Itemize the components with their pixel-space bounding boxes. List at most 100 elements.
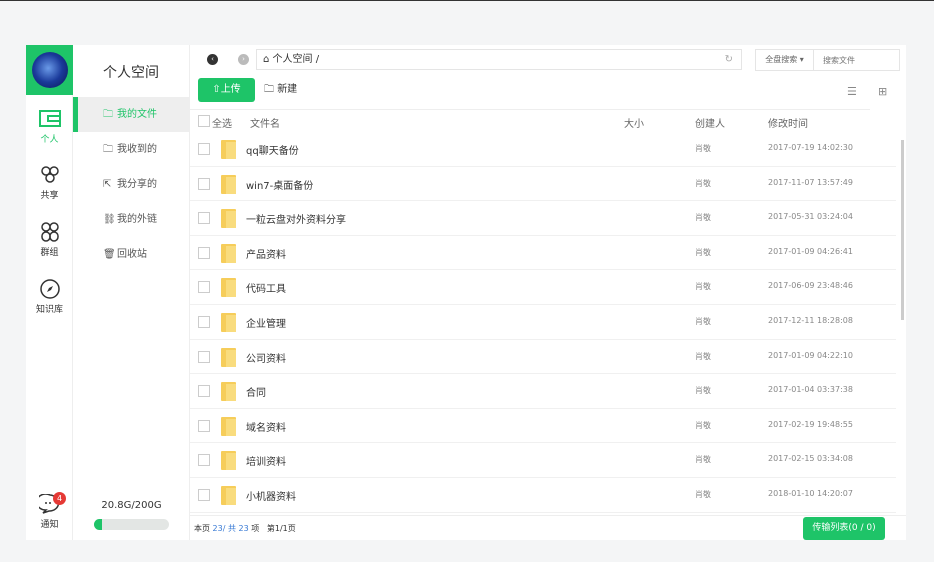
header-creator[interactable]: 创建人 [695, 115, 725, 130]
new-label: 新建 [277, 84, 298, 95]
file-name[interactable]: qq聊天备份 [246, 142, 299, 157]
address-bar[interactable]: ⌂ 个人空间 / ↻ [256, 49, 742, 70]
row-checkbox[interactable] [198, 281, 210, 294]
nav-label: 通知 [40, 520, 59, 530]
upload-icon: ⇧ [212, 84, 221, 95]
modified-time: 2017-05-31 03:24:04 [768, 212, 853, 222]
forward-icon[interactable]: › [238, 54, 249, 65]
compass-icon [39, 279, 60, 299]
table-row[interactable]: 企业管理 肖敬 2017-12-11 18:28:08 [190, 305, 896, 340]
folder-in-icon: 🗀 [103, 144, 113, 155]
upload-button[interactable]: ⇧上传 [198, 78, 255, 102]
row-checkbox[interactable] [198, 488, 210, 501]
folder-icon [221, 382, 236, 402]
file-name[interactable]: 代码工具 [246, 280, 286, 295]
file-name[interactable]: 企业管理 [246, 315, 286, 330]
file-list: qq聊天备份 肖敬 2017-07-19 14:02:30 win7-桌面备份 肖敬 20… [190, 132, 896, 514]
sidebar-item-trash[interactable]: 🗑回收站 [73, 237, 189, 272]
refresh-icon[interactable]: ↻ [725, 50, 733, 69]
modified-time: 2017-06-09 23:48:46 [768, 281, 853, 291]
table-row[interactable]: 代码工具 肖敬 2017-06-09 23:48:46 [190, 270, 896, 305]
row-checkbox[interactable] [198, 350, 210, 363]
table-row[interactable]: 合同 肖敬 2017-01-04 03:37:38 [190, 374, 896, 409]
nav-label: 个人 [40, 135, 59, 145]
sidebar-item-shared[interactable]: ⇱ 我分享的 [73, 167, 189, 202]
file-name[interactable]: 小机器资料 [246, 488, 296, 503]
creator: 肖敬 [695, 351, 711, 361]
main-panel: ‹ › ⌂ 个人空间 / ↻ 全盘搜索 ▾ ⇧上传 🗀 新建 ☰ ⊞ 全选 文件名… [190, 45, 906, 540]
table-row[interactable]: 一粒云盘对外资料分享 肖敬 2017-05-31 03:24:04 [190, 201, 896, 236]
folder-icon: 🗀 [103, 109, 113, 120]
sidebar-item-links[interactable]: ⛓我的外链 [73, 202, 189, 237]
avatar[interactable] [26, 45, 73, 95]
nav-knowledge[interactable]: 知识库 [26, 279, 73, 315]
folder-icon [221, 174, 236, 194]
row-checkbox[interactable] [198, 385, 210, 398]
sidebar: 个人空间 🗀 我的文件 🗀 我收到的 ⇱ 我分享的 ⛓我的外链 🗑回收站 20.8G/… [73, 45, 190, 540]
new-button[interactable]: 🗀 新建 [264, 78, 297, 102]
table-row[interactable]: win7-桌面备份 肖敬 2017-11-07 13:57:49 [190, 167, 896, 202]
file-name[interactable]: 公司资料 [246, 350, 286, 365]
share-circles-icon [40, 166, 59, 183]
nav-notify[interactable]: 4 通知 [26, 492, 73, 530]
select-all-checkbox[interactable] [198, 115, 210, 127]
search-input[interactable] [813, 49, 900, 71]
creator: 肖敬 [695, 282, 711, 292]
list-view-icon[interactable]: ☰ [847, 85, 857, 98]
notify-badge: 4 [53, 492, 66, 505]
table-row[interactable]: 培训资料 肖敬 2017-02-15 03:34:08 [190, 443, 896, 478]
table-row[interactable]: qq聊天备份 肖敬 2017-07-19 14:02:30 [190, 132, 896, 167]
sidebar-item-my-files[interactable]: 🗀 我的文件 [73, 97, 189, 132]
row-checkbox[interactable] [198, 454, 210, 467]
creator: 肖敬 [695, 489, 711, 499]
file-name[interactable]: 培训资料 [246, 453, 286, 468]
sidebar-item-received[interactable]: 🗀 我收到的 [73, 132, 189, 167]
table-row[interactable]: 域名资料 肖敬 2017-02-19 19:48:55 [190, 409, 896, 444]
table-row[interactable]: 产品资料 肖敬 2017-01-09 04:26:41 [190, 236, 896, 271]
file-name[interactable]: 合同 [246, 384, 266, 399]
transfer-list-button[interactable]: 传输列表(0 / 0) [803, 517, 885, 540]
creator: 肖敬 [695, 420, 711, 430]
header-size[interactable]: 大小 [624, 115, 644, 130]
file-name[interactable]: 产品资料 [246, 246, 286, 261]
grid-view-icon[interactable]: ⊞ [878, 85, 887, 98]
back-icon[interactable]: ‹ [207, 54, 218, 65]
row-checkbox[interactable] [198, 419, 210, 432]
modified-time: 2017-02-19 19:48:55 [768, 419, 853, 429]
select-all-label[interactable]: 全选 [212, 115, 232, 130]
folder-icon [221, 485, 236, 505]
file-name[interactable]: 域名资料 [246, 419, 286, 434]
sidebar-item-label: 回收站 [117, 249, 147, 260]
creator: 肖敬 [695, 178, 711, 188]
folder-icon [221, 209, 236, 229]
modified-time: 2017-07-19 14:02:30 [768, 143, 853, 152]
row-checkbox[interactable] [198, 212, 210, 225]
nav-personal[interactable]: 个人 [26, 109, 73, 145]
creator: 肖敬 [695, 386, 711, 396]
modified-time: 2017-01-09 04:26:41 [768, 246, 853, 256]
header-modified[interactable]: 修改时间 [768, 115, 808, 130]
file-name[interactable]: 一粒云盘对外资料分享 [246, 211, 346, 226]
nav-share[interactable]: 共享 [26, 165, 73, 201]
file-name[interactable]: win7-桌面备份 [246, 177, 313, 192]
row-checkbox[interactable] [198, 177, 210, 190]
creator: 肖敬 [695, 316, 711, 326]
row-checkbox[interactable] [198, 143, 210, 155]
table-row[interactable]: 公司资料 肖敬 2017-01-09 04:22:10 [190, 340, 896, 375]
scrollbar[interactable] [899, 132, 905, 514]
trash-icon: 🗑 [103, 249, 116, 260]
sidebar-title: 个人空间 [103, 65, 159, 81]
footer: 本页 23/ 共 23 项 第1/1页 传输列表(0 / 0) [190, 515, 906, 540]
search-scope-dropdown[interactable]: 全盘搜索 ▾ [755, 49, 814, 71]
group-icon [40, 222, 59, 242]
table-row[interactable]: 小机器资料 肖敬 2018-01-10 14:20:07 [190, 478, 896, 513]
link-icon: ⛓ [103, 214, 116, 225]
sidebar-item-label: 我的外链 [117, 214, 157, 225]
row-checkbox[interactable] [198, 246, 210, 259]
nav-label: 共享 [40, 191, 59, 201]
modified-time: 2018-01-10 14:20:07 [768, 488, 853, 498]
row-checkbox[interactable] [198, 315, 210, 328]
folder-icon [221, 140, 236, 159]
header-name[interactable]: 文件名 [250, 115, 280, 130]
nav-group[interactable]: 群组 [26, 222, 73, 258]
